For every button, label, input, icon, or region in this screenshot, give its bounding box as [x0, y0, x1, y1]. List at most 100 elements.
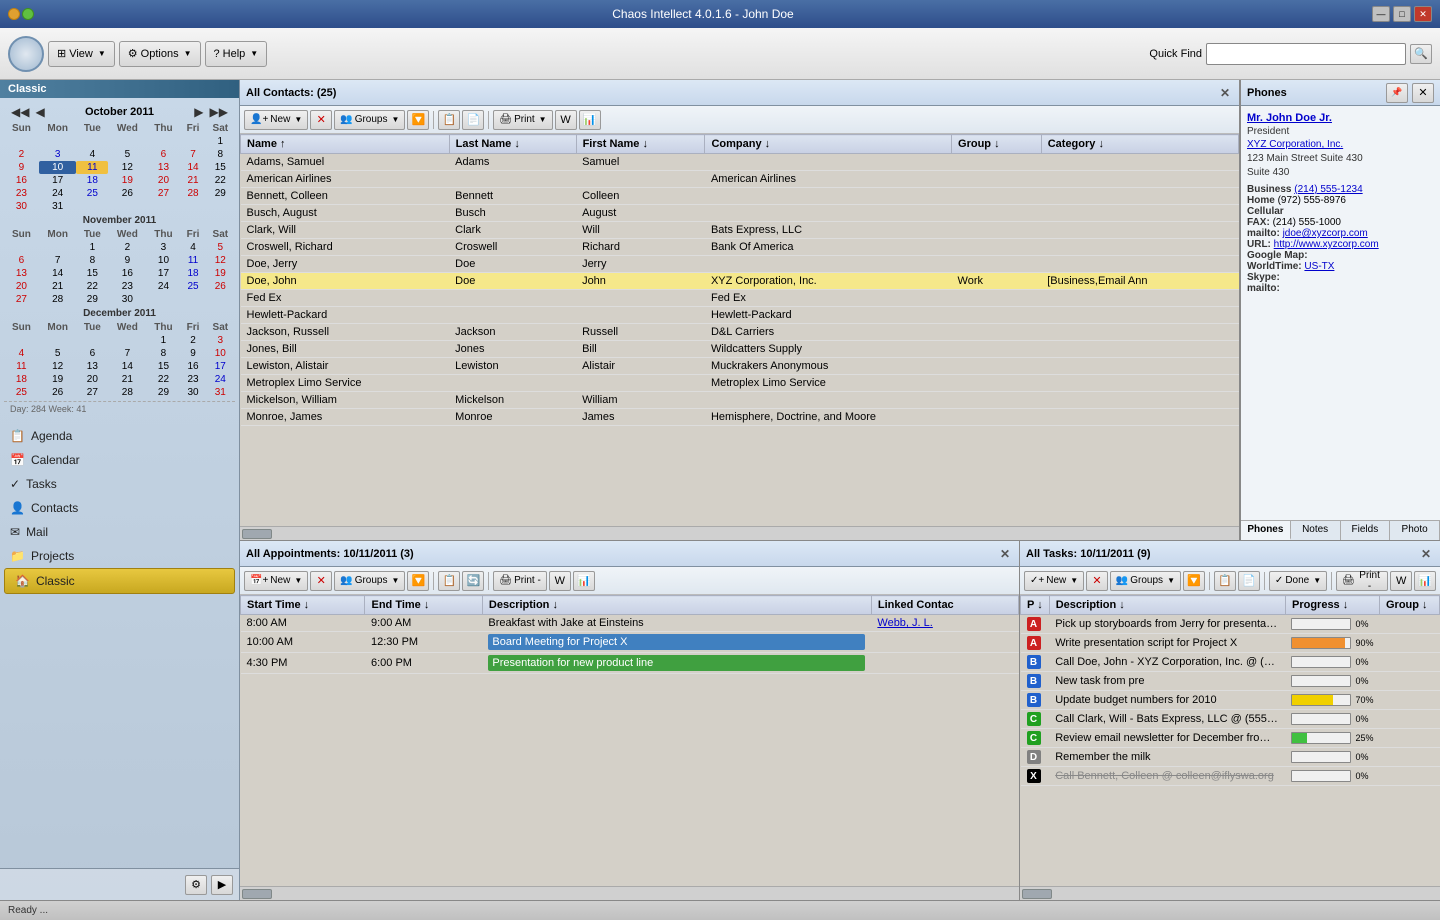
cal-day[interactable]: 26: [206, 280, 235, 293]
cal-day[interactable]: 5: [108, 148, 146, 161]
cal-day[interactable]: 30: [108, 293, 146, 306]
sidebar-item-mail[interactable]: ✉ Mail: [0, 520, 239, 544]
sidebar-item-projects[interactable]: 📁 Projects: [0, 544, 239, 568]
contact-row[interactable]: Lewiston, Alistair Lewiston Alistair Muc…: [241, 358, 1239, 375]
task-row[interactable]: X Call Bennett, Colleen @ colleen@iflysw…: [1021, 767, 1440, 786]
cal-day[interactable]: 21: [180, 174, 205, 187]
contacts-groups-button[interactable]: 👥 Groups ▼: [334, 110, 405, 130]
cal-day[interactable]: 30: [180, 386, 205, 399]
cal-day[interactable]: 3: [39, 148, 77, 161]
cal-day[interactable]: 28: [108, 386, 146, 399]
prev-month-single-button[interactable]: ◀: [32, 104, 47, 120]
cal-day[interactable]: 17: [147, 267, 181, 280]
tasks-table-scroll[interactable]: P ↓ Description ↓ Progress ↓ Group ↓ A P…: [1020, 595, 1440, 886]
appointments-scrollbar[interactable]: [240, 886, 1019, 900]
cal-day[interactable]: 21: [39, 280, 77, 293]
contacts-copy-button[interactable]: 📋: [438, 110, 460, 130]
cal-day[interactable]: 11: [180, 254, 205, 267]
cal-day[interactable]: 15: [206, 161, 235, 174]
col-name[interactable]: Name ↑: [241, 135, 450, 154]
cal-day[interactable]: 24: [147, 280, 181, 293]
sidebar-item-calendar[interactable]: 📅 Calendar: [0, 448, 239, 472]
cal-day[interactable]: 19: [206, 267, 235, 280]
tasks-print-button[interactable]: 🖨 Print -: [1336, 571, 1388, 591]
appointments-scrollbar-thumb[interactable]: [242, 889, 272, 899]
tasks-export-button[interactable]: 📊: [1414, 571, 1436, 591]
cal-day[interactable]: 19: [39, 373, 77, 386]
cal-day[interactable]: 1: [76, 241, 108, 254]
contact-row[interactable]: Mickelson, William Mickelson William: [241, 392, 1239, 409]
cal-day[interactable]: 22: [206, 174, 235, 187]
phones-pin-button[interactable]: 📌: [1386, 83, 1408, 103]
cal-day[interactable]: 8: [76, 254, 108, 267]
cal-day[interactable]: 3: [147, 241, 181, 254]
next-month-button[interactable]: ▶▶: [207, 104, 231, 120]
cal-day[interactable]: 7: [180, 148, 205, 161]
cal-day[interactable]: 23: [4, 187, 39, 200]
phones-contact-company[interactable]: XYZ Corporation, Inc.: [1247, 139, 1434, 150]
appt-col-start[interactable]: Start Time ↓: [241, 596, 365, 615]
cal-day[interactable]: 15: [76, 267, 108, 280]
cal-day[interactable]: 7: [39, 254, 77, 267]
cal-day[interactable]: 28: [180, 187, 205, 200]
cal-day[interactable]: 14: [180, 161, 205, 174]
task-row[interactable]: B Call Doe, John - XYZ Corporation, Inc.…: [1021, 653, 1440, 672]
cal-day[interactable]: 1: [147, 334, 181, 347]
cal-day[interactable]: 3: [206, 334, 235, 347]
task-col-priority[interactable]: P ↓: [1021, 596, 1050, 615]
appointments-sync-button[interactable]: 🔄: [462, 571, 484, 591]
cal-day[interactable]: 27: [76, 386, 108, 399]
cal-day[interactable]: 14: [39, 267, 77, 280]
contact-row[interactable]: Croswell, Richard Croswell Richard Bank …: [241, 239, 1239, 256]
task-row[interactable]: B Update budget numbers for 2010 70%: [1021, 691, 1440, 710]
appointments-table-scroll[interactable]: Start Time ↓ End Time ↓ Description ↓ Li…: [240, 595, 1019, 886]
tasks-done-button[interactable]: ✓ Done ▼: [1269, 571, 1327, 591]
contacts-print-button[interactable]: 🖨 Print ▼: [493, 110, 552, 130]
minimize-button[interactable]: —: [1372, 6, 1390, 22]
cal-day[interactable]: 29: [76, 293, 108, 306]
appt-contact-link[interactable]: Webb, J. L.: [877, 617, 932, 629]
cal-day[interactable]: 19: [108, 174, 146, 187]
appointments-word-button[interactable]: W: [549, 571, 571, 591]
cal-day[interactable]: 31: [206, 386, 235, 399]
contacts-paste-button[interactable]: 📄: [462, 110, 484, 130]
cal-day[interactable]: 1: [206, 135, 235, 148]
cal-day[interactable]: 10: [206, 347, 235, 360]
contact-row[interactable]: Hewlett-Packard Hewlett-Packard: [241, 307, 1239, 324]
appointments-groups-button[interactable]: 👥 Groups ▼: [334, 571, 405, 591]
tasks-close-button[interactable]: ✕: [1418, 546, 1434, 562]
tab-fields[interactable]: Fields: [1341, 521, 1391, 540]
cal-day[interactable]: 7: [108, 347, 146, 360]
cal-day[interactable]: 24: [206, 373, 235, 386]
cal-day[interactable]: 2: [4, 148, 39, 161]
next-month-single-button[interactable]: ▶: [191, 104, 206, 120]
tasks-scrollbar-thumb[interactable]: [1022, 889, 1052, 899]
appt-col-desc[interactable]: Description ↓: [482, 596, 871, 615]
task-row[interactable]: B New task from pre 0%: [1021, 672, 1440, 691]
cal-day[interactable]: 18: [4, 373, 39, 386]
task-col-group[interactable]: Group ↓: [1380, 596, 1440, 615]
cal-day[interactable]: 5: [39, 347, 77, 360]
appointments-export-button[interactable]: 📊: [573, 571, 595, 591]
maximize-button[interactable]: □: [1393, 6, 1411, 22]
col-category[interactable]: Category ↓: [1041, 135, 1238, 154]
contacts-table-scroll[interactable]: Name ↑ Last Name ↓ First Name ↓ Company …: [240, 134, 1239, 526]
cal-day[interactable]: 15: [147, 360, 181, 373]
col-company[interactable]: Company ↓: [705, 135, 952, 154]
appointments-filter-button[interactable]: 🔽: [407, 571, 429, 591]
contact-row[interactable]: Jackson, Russell Jackson Russell D&L Car…: [241, 324, 1239, 341]
tasks-delete-button[interactable]: ✕: [1086, 571, 1108, 591]
appt-col-end[interactable]: End Time ↓: [365, 596, 482, 615]
cal-day[interactable]: 9: [108, 254, 146, 267]
sidebar-expand-button[interactable]: ▶: [211, 875, 233, 895]
cal-day[interactable]: 20: [147, 174, 181, 187]
cal-day[interactable]: 22: [76, 280, 108, 293]
contacts-close-button[interactable]: ✕: [1217, 85, 1233, 101]
cal-day[interactable]: 18: [76, 174, 108, 187]
cal-day[interactable]: 20: [4, 280, 39, 293]
cal-day[interactable]: 16: [108, 267, 146, 280]
task-col-desc[interactable]: Description ↓: [1049, 596, 1285, 615]
appt-col-contact[interactable]: Linked Contac: [871, 596, 1018, 615]
tasks-filter-button[interactable]: 🔽: [1183, 571, 1205, 591]
cal-day[interactable]: 18: [180, 267, 205, 280]
